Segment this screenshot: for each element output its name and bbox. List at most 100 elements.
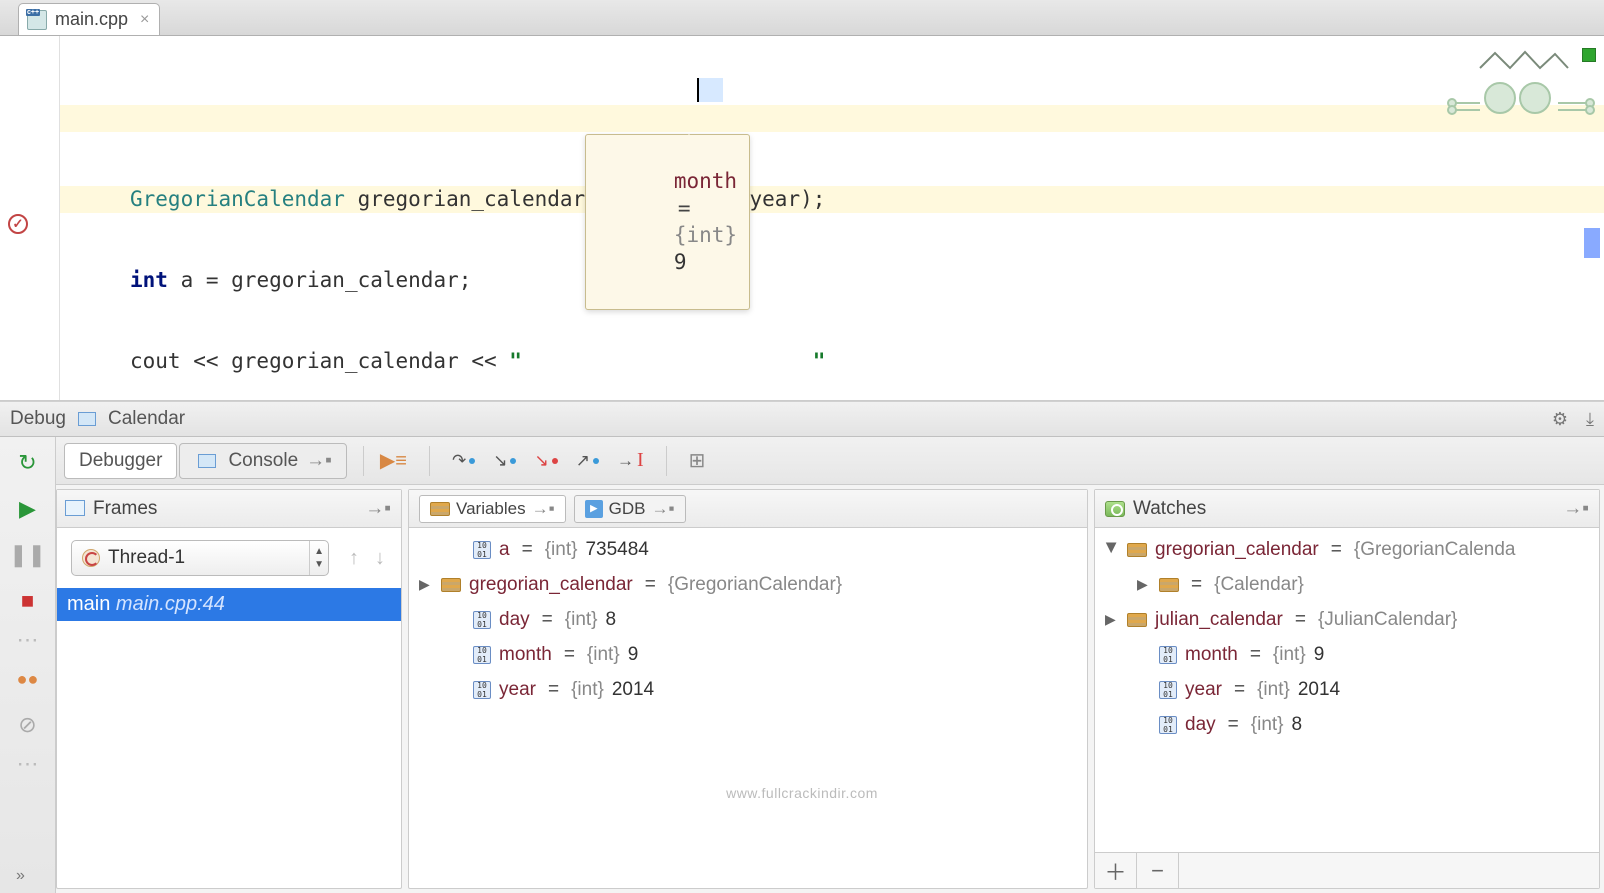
- primitive-icon: 1001: [1159, 681, 1177, 699]
- stack-frame-row[interactable]: main main.cpp:44: [57, 588, 401, 621]
- debug-tool-window-header: Debug Calendar ⚙ ⤓: [0, 401, 1604, 437]
- frame-location: main.cpp:44: [116, 593, 225, 615]
- download-icon[interactable]: ⤓: [1586, 409, 1594, 430]
- file-tab-main-cpp[interactable]: main.cpp ×: [18, 3, 160, 35]
- variable-row[interactable]: ▶ gregorian_calendar= {GregorianCalendar…: [419, 567, 1077, 602]
- frames-panel: Frames →▪ Thread-1 ▲▼ ↑ ↓: [56, 489, 402, 889]
- variable-row[interactable]: 1001 year= {int} 2014: [419, 672, 1077, 707]
- separator: ⋯: [16, 759, 40, 769]
- force-step-into-button[interactable]: ↘: [534, 451, 557, 471]
- thread-name: Thread-1: [108, 547, 185, 569]
- tooltip-var-value: 9: [674, 250, 687, 274]
- evaluate-expression-button[interactable]: ⊞: [689, 448, 706, 473]
- expand-icon[interactable]: ▶: [419, 576, 433, 593]
- tooltip-var-name: month: [674, 169, 737, 193]
- run-to-cursor-button[interactable]: →I: [617, 449, 644, 472]
- variables-icon: [430, 502, 450, 516]
- tab-gdb-label: GDB: [609, 499, 646, 519]
- variables-tree[interactable]: 1001 a= {int} 735484 ▶ gregorian_calenda…: [409, 528, 1087, 888]
- tab-gdb[interactable]: GDB →▪: [574, 495, 686, 523]
- view-breakpoints-button[interactable]: ●●: [16, 667, 40, 691]
- editor-gutter[interactable]: [0, 36, 60, 400]
- run-config-name: Calendar: [108, 408, 185, 430]
- watch-ops-bar: ＋ −: [1095, 852, 1599, 888]
- editor-content[interactable]: GregorianCalendar gregorian_calendar(mon…: [60, 36, 1604, 400]
- object-icon: [1127, 543, 1147, 557]
- debug-value-tooltip: month = {int} 9: [585, 134, 750, 310]
- debug-panel: ↻ ▶ ❚❚ ■ ⋯ ●● ⊘ ⋯ Debugger Console →▪ ▶≡…: [0, 437, 1604, 893]
- close-tab-icon[interactable]: ×: [140, 11, 149, 29]
- tab-debugger-label: Debugger: [79, 450, 162, 472]
- variable-row[interactable]: 1001 month= {int} 9: [419, 637, 1077, 672]
- primitive-icon: 1001: [473, 646, 491, 664]
- watch-row[interactable]: 1001 month= {int} 9: [1105, 637, 1589, 672]
- expand-icon[interactable]: ▶: [1137, 576, 1151, 593]
- text-cursor: [697, 78, 699, 102]
- separator: ⋯: [16, 635, 40, 645]
- show-execution-point-button[interactable]: ▶≡: [380, 448, 407, 473]
- rerun-button[interactable]: ↻: [16, 451, 40, 475]
- variable-row[interactable]: 1001 day= {int} 8: [419, 602, 1077, 637]
- step-toolbar: ▶≡ ↷ ↘ ↘ ↗ →I ⊞: [380, 446, 706, 476]
- debug-side-toolbar: ↻ ▶ ❚❚ ■ ⋯ ●● ⊘ ⋯: [0, 437, 56, 893]
- gdb-icon: [585, 500, 603, 518]
- debug-label: Debug: [10, 408, 66, 430]
- watch-row[interactable]: ▶ julian_calendar= {JulianCalendar}: [1105, 602, 1589, 637]
- frame-function: main: [67, 593, 110, 615]
- variables-panel: Variables →▪ GDB →▪ 1001 a= {int} 735484: [408, 489, 1088, 889]
- add-watch-button[interactable]: ＋: [1095, 853, 1137, 888]
- object-icon: [1127, 613, 1147, 627]
- expand-tool-window-button[interactable]: »: [16, 867, 25, 885]
- watch-row[interactable]: ▶ = {Calendar}: [1105, 567, 1589, 602]
- gear-icon[interactable]: ⚙: [1552, 409, 1568, 430]
- thread-selector[interactable]: Thread-1 ▲▼: [71, 540, 329, 576]
- expand-icon[interactable]: ▶: [1105, 611, 1119, 628]
- watch-row[interactable]: 1001 year= {int} 2014: [1105, 672, 1589, 707]
- thread-stepper[interactable]: ▲▼: [309, 541, 328, 575]
- pause-button[interactable]: ❚❚: [16, 543, 40, 567]
- primitive-icon: 1001: [473, 541, 491, 559]
- mute-breakpoints-button[interactable]: ⊘: [16, 713, 40, 737]
- watch-row[interactable]: ▶ gregorian_calendar= {GregorianCalenda: [1105, 532, 1589, 567]
- frames-title: Frames: [93, 498, 157, 520]
- collapse-icon[interactable]: ▶: [1104, 543, 1121, 557]
- selection-highlight: [697, 78, 723, 102]
- frame-up-button[interactable]: ↑: [343, 545, 365, 572]
- debugger-tab-row: Debugger Console →▪ ▶≡ ↷ ↘ ↘ ↗ →I ⊞: [56, 437, 1604, 485]
- app-mascot-logo: [1440, 38, 1600, 148]
- primitive-icon: 1001: [473, 611, 491, 629]
- watches-icon: [1105, 501, 1125, 517]
- variable-row[interactable]: 1001 a= {int} 735484: [419, 532, 1077, 567]
- resume-button[interactable]: ▶: [16, 497, 40, 521]
- analysis-status-ok-icon[interactable]: [1582, 48, 1596, 62]
- editor-tab-bar: main.cpp ×: [0, 0, 1604, 36]
- thread-icon: [82, 549, 100, 567]
- watches-tree[interactable]: ▶ gregorian_calendar= {GregorianCalenda …: [1095, 528, 1599, 888]
- pin-icon[interactable]: →▪: [365, 498, 391, 520]
- step-out-button[interactable]: ↗: [576, 451, 599, 471]
- run-config-icon: [78, 412, 96, 426]
- tab-debugger[interactable]: Debugger: [64, 443, 177, 479]
- step-into-button[interactable]: ↘: [493, 451, 516, 471]
- primitive-icon: 1001: [473, 681, 491, 699]
- primitive-icon: 1001: [1159, 646, 1177, 664]
- object-icon: [441, 578, 461, 592]
- remove-watch-button[interactable]: −: [1137, 853, 1179, 888]
- tab-variables[interactable]: Variables →▪: [419, 495, 566, 523]
- primitive-icon: 1001: [1159, 716, 1177, 734]
- tab-variables-label: Variables: [456, 499, 526, 519]
- watch-row[interactable]: 1001 day= {int} 8: [1105, 707, 1589, 742]
- frames-icon: [67, 502, 85, 516]
- watches-title: Watches: [1133, 498, 1206, 520]
- tab-console-label: Console: [228, 450, 298, 472]
- overview-marker[interactable]: [1584, 228, 1600, 258]
- console-icon: [198, 454, 216, 468]
- frame-down-button[interactable]: ↓: [369, 545, 391, 572]
- tab-console[interactable]: Console →▪: [179, 443, 346, 479]
- pin-icon[interactable]: →▪: [1563, 498, 1589, 520]
- step-over-button[interactable]: ↷: [452, 451, 475, 471]
- stop-button[interactable]: ■: [16, 589, 40, 613]
- code-editor[interactable]: GregorianCalendar gregorian_calendar(mon…: [0, 36, 1604, 401]
- breakpoint-icon[interactable]: [8, 214, 28, 234]
- cpp-file-icon: [27, 10, 47, 30]
